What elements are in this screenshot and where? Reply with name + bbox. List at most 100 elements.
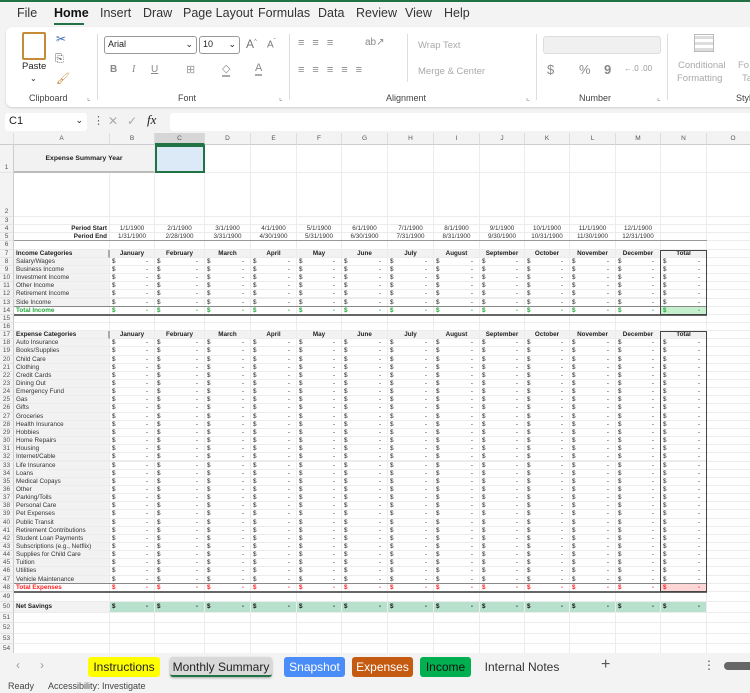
sheet-tab-snapshot[interactable]: Snapshot [284, 657, 345, 677]
paste-dropdown-icon[interactable]: ⌄ [30, 74, 37, 83]
font-color-icon[interactable]: A [255, 62, 263, 76]
conditional-formatting-icon[interactable] [694, 34, 714, 52]
comma-style-button[interactable]: 9 [604, 62, 611, 77]
menu-home[interactable]: Home [54, 6, 89, 20]
column-header-N[interactable]: N [661, 133, 707, 145]
row-header-18[interactable]: 18 [0, 339, 14, 348]
decimal-icons[interactable]: ←.0 .00 [624, 64, 652, 73]
row-header-11[interactable]: 11 [0, 282, 14, 291]
row-header-13[interactable]: 13 [0, 298, 14, 307]
horizontal-align-icons[interactable]: ≡≡≡≡≡ [298, 64, 370, 76]
row-header-48[interactable]: 48 [0, 583, 14, 592]
conditional-formatting-button[interactable]: Conditional [678, 60, 726, 71]
paste-button[interactable]: Paste [22, 61, 46, 72]
sheet-tab-internal-notes[interactable]: Internal Notes [478, 657, 566, 677]
dialog-launcher-icon[interactable]: ⌞ [526, 93, 530, 102]
column-header-B[interactable]: B [110, 133, 155, 145]
sheet-tab-instructions[interactable]: Instructions [88, 657, 160, 677]
row-header-29[interactable]: 29 [0, 428, 14, 438]
column-header-D[interactable]: D [205, 133, 251, 145]
row-header-14[interactable]: 14 [0, 306, 14, 315]
row-header-51[interactable]: 51 [0, 612, 14, 624]
orientation-icon[interactable]: ab↗ [365, 37, 385, 48]
more-options-icon[interactable]: ⋮ [703, 658, 715, 672]
font-name-select[interactable]: Arial ⌄ [104, 36, 197, 54]
column-header-G[interactable]: G [342, 133, 388, 145]
menu-help[interactable]: Help [444, 6, 470, 20]
currency-button[interactable]: $ [547, 62, 554, 77]
more-options-icon[interactable]: ⋮ [93, 114, 104, 127]
row-header-40[interactable]: 40 [0, 518, 14, 527]
row-header-35[interactable]: 35 [0, 477, 14, 486]
column-header-K[interactable]: K [525, 133, 570, 145]
percent-button[interactable]: % [579, 62, 591, 77]
italic-button[interactable]: I [132, 64, 135, 75]
row-header-17[interactable]: 17 [0, 331, 14, 340]
row-header-24[interactable]: 24 [0, 388, 14, 397]
font-size-select[interactable]: 10 ⌄ [199, 36, 240, 54]
row-header-26[interactable]: 26 [0, 404, 14, 413]
row-header-33[interactable]: 33 [0, 461, 14, 470]
add-sheet-button[interactable]: + [601, 656, 610, 674]
increase-font-icon[interactable]: A^ [246, 37, 257, 51]
row-header-28[interactable]: 28 [0, 420, 14, 429]
menu-formulas[interactable]: Formulas [258, 6, 310, 20]
row-header-41[interactable]: 41 [0, 526, 14, 535]
row-header-22[interactable]: 22 [0, 371, 14, 380]
row-header-23[interactable]: 23 [0, 380, 14, 389]
dialog-launcher-icon[interactable]: ⌞ [279, 93, 283, 102]
row-header-1[interactable]: 1 [0, 145, 14, 173]
column-header-O[interactable]: O [707, 133, 750, 145]
year-input-cell[interactable] [155, 145, 205, 173]
menu-file[interactable]: File [17, 6, 37, 20]
row-header-46[interactable]: 46 [0, 567, 14, 576]
paste-icon[interactable] [22, 32, 46, 60]
formula-input[interactable] [170, 113, 750, 131]
horizontal-scrollbar[interactable] [724, 662, 750, 670]
row-header-54[interactable]: 54 [0, 644, 14, 653]
row-header-7[interactable]: 7 [0, 249, 14, 258]
borders-icon[interactable]: ⊞ [186, 63, 195, 76]
row-header-6[interactable]: 6 [0, 241, 14, 250]
format-as-table-button-line2[interactable]: Ta [742, 73, 750, 84]
column-header-I[interactable]: I [434, 133, 480, 145]
column-header-F[interactable]: F [297, 133, 342, 145]
format-as-table-button[interactable]: Fo [738, 60, 749, 71]
worksheet-grid[interactable]: A B C D E F G H I J K L M N O 1 2 3 4 5 6 7 8 9 10 11 12 13 14 15 16 17… [0, 133, 750, 653]
row-header-5[interactable]: 5 [0, 233, 14, 242]
vertical-align-icons[interactable]: ≡≡≡ [298, 37, 341, 49]
column-header-E[interactable]: E [251, 133, 297, 145]
row-header-38[interactable]: 38 [0, 502, 14, 511]
cancel-icon[interactable]: ✕ [108, 114, 118, 128]
row-header-3[interactable]: 3 [0, 217, 14, 226]
column-header-J[interactable]: J [480, 133, 525, 145]
copy-icon[interactable]: ⎘ [55, 53, 64, 66]
row-header-2[interactable]: 2 [0, 173, 14, 217]
cut-icon[interactable]: ✂ [56, 32, 66, 46]
enter-icon[interactable]: ✓ [127, 114, 137, 128]
column-header-L[interactable]: L [570, 133, 616, 145]
menu-data[interactable]: Data [318, 6, 344, 20]
dialog-launcher-icon[interactable]: ⌞ [657, 93, 661, 102]
row-header-27[interactable]: 27 [0, 412, 14, 421]
sheet-tab-income[interactable]: Income [420, 657, 471, 677]
wrap-text-button[interactable]: Wrap Text [418, 40, 460, 51]
number-format-select[interactable] [543, 36, 661, 54]
fill-color-icon[interactable]: ◇ [222, 62, 231, 77]
row-header-47[interactable]: 47 [0, 575, 14, 584]
row-header-44[interactable]: 44 [0, 551, 14, 560]
row-header-16[interactable]: 16 [0, 322, 14, 332]
dialog-launcher-icon[interactable]: ⌞ [87, 93, 91, 102]
select-all-corner[interactable] [0, 133, 14, 145]
row-header-8[interactable]: 8 [0, 257, 14, 266]
row-header-34[interactable]: 34 [0, 469, 14, 478]
row-header-45[interactable]: 45 [0, 559, 14, 568]
column-header-H[interactable]: H [388, 133, 434, 145]
sheet-tab-monthly-summary[interactable]: Monthly Summary [170, 657, 272, 677]
menu-page-layout[interactable]: Page Layout [183, 6, 253, 20]
row-header-20[interactable]: 20 [0, 355, 14, 364]
row-header-52[interactable]: 52 [0, 623, 14, 634]
row-header-21[interactable]: 21 [0, 363, 14, 372]
row-header-12[interactable]: 12 [0, 290, 14, 299]
row-header-36[interactable]: 36 [0, 485, 14, 495]
